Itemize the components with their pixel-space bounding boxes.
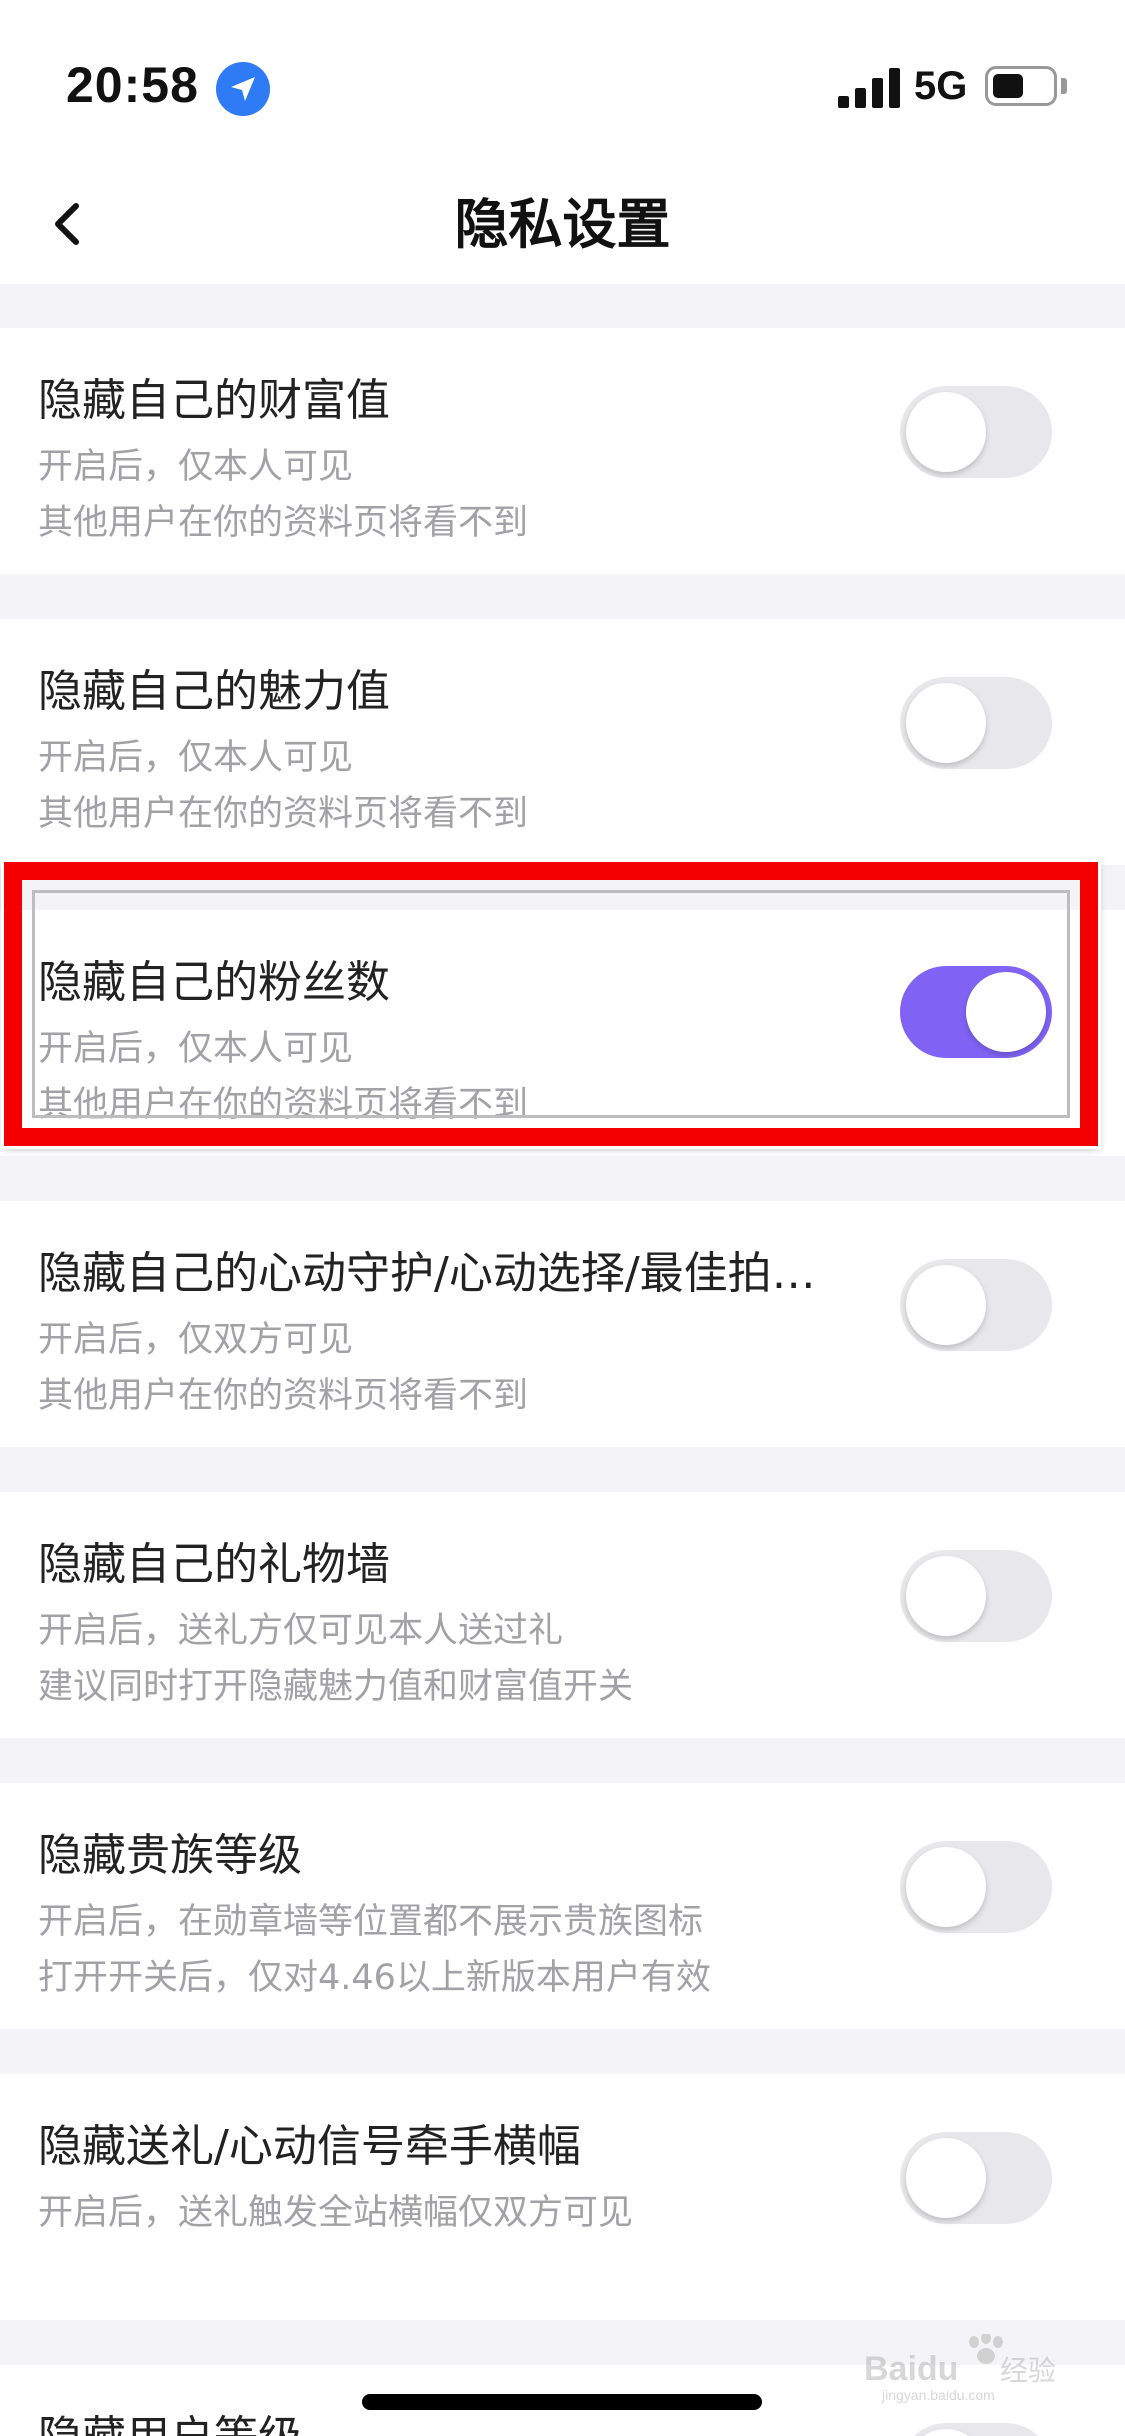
status-time: 20:58 <box>66 57 199 113</box>
setting-hide-heartbeat: 隐藏自己的心动守护/心动选择/最佳拍… 开启后，仅双方可见 其他用户在你的资料页… <box>0 1201 1125 1447</box>
setting-desc: 其他用户在你的资料页将看不到 <box>38 1085 529 1125</box>
setting-hide-wealth: 隐藏自己的财富值 开启后，仅本人可见 其他用户在你的资料页将看不到 <box>0 328 1125 574</box>
setting-desc: 开启后，仅本人可见 <box>38 447 354 487</box>
setting-desc: 建议同时打开隐藏魅力值和财富值开关 <box>38 1667 634 1707</box>
setting-desc: 开启后，送礼触发全站横幅仅双方可见 <box>38 2193 634 2233</box>
setting-desc: 开启后，在勋章墙等位置都不展示贵族图标 <box>38 1902 704 1942</box>
toggle-hide-wealth[interactable] <box>900 386 1052 478</box>
baidu-paw-icon: Baidu 经验 jingyan.baidu.com <box>864 2332 1056 2403</box>
location-arrow-icon <box>216 62 270 116</box>
setting-desc: 开启后，仅本人可见 <box>38 738 354 778</box>
setting-title: 隐藏贵族等级 <box>38 1830 302 1881</box>
setting-hide-noble-level: 隐藏贵族等级 开启后，在勋章墙等位置都不展示贵族图标 打开开关后，仅对4.46以… <box>0 1783 1125 2029</box>
baidu-watermark: Baidu 经验 jingyan.baidu.com <box>862 2332 1092 2404</box>
toggle-hide-heartbeat[interactable] <box>900 1259 1052 1351</box>
setting-title: 隐藏自己的粉丝数 <box>38 957 390 1008</box>
toggle-hide-charm[interactable] <box>900 677 1052 769</box>
battery-icon <box>985 66 1057 106</box>
setting-desc: 开启后，送礼方仅可见本人送过礼 <box>38 1611 564 1651</box>
setting-hide-charm: 隐藏自己的魅力值 开启后，仅本人可见 其他用户在你的资料页将看不到 <box>0 619 1125 865</box>
setting-desc: 其他用户在你的资料页将看不到 <box>38 1376 529 1416</box>
toggle-hide-gift-wall[interactable] <box>900 1550 1052 1642</box>
watermark-brand-cn: 经验 <box>1000 2354 1056 2387</box>
setting-title: 隐藏自己的魅力值 <box>38 666 390 717</box>
signal-icon <box>838 66 900 108</box>
setting-desc: 其他用户在你的资料页将看不到 <box>38 503 529 543</box>
setting-desc: 开启后，仅双方可见 <box>38 1320 354 1360</box>
setting-title: 隐藏用户等级 <box>38 2401 302 2436</box>
setting-hide-banner: 隐藏送礼/心动信号牵手横幅 开启后，送礼触发全站横幅仅双方可见 <box>0 2074 1125 2320</box>
setting-title: 隐藏送礼/心动信号牵手横幅 <box>38 2121 581 2172</box>
nav-bar: 隐私设置 <box>0 160 1125 284</box>
setting-title: 隐藏自己的心动守护/心动选择/最佳拍… <box>38 1248 816 1299</box>
setting-desc: 开启后，仅本人可见 <box>38 1029 354 1069</box>
status-bar: 20:58 5G <box>0 0 1125 160</box>
battery-cap <box>1061 78 1067 94</box>
setting-title: 隐藏自己的财富值 <box>38 375 390 426</box>
page-title: 隐私设置 <box>454 193 671 256</box>
watermark-brand: Baidu <box>864 2350 958 2388</box>
setting-desc: 打开开关后，仅对4.46以上新版本用户有效 <box>38 1958 711 1998</box>
setting-hide-fans: 隐藏自己的粉丝数 开启后，仅本人可见 其他用户在你的资料页将看不到 <box>0 910 1125 1156</box>
toggle-hide-banner[interactable] <box>900 2132 1052 2224</box>
network-label: 5G <box>914 64 968 108</box>
setting-desc: 其他用户在你的资料页将看不到 <box>38 794 529 834</box>
toggle-hide-user-level[interactable] <box>900 2423 1052 2436</box>
watermark-url: jingyan.baidu.com <box>881 2387 995 2403</box>
toggle-hide-noble-level[interactable] <box>900 1841 1052 1933</box>
toggle-hide-fans[interactable] <box>900 966 1052 1058</box>
setting-title: 隐藏自己的礼物墙 <box>38 1539 390 1590</box>
setting-hide-gift-wall: 隐藏自己的礼物墙 开启后，送礼方仅可见本人送过礼 建议同时打开隐藏魅力值和财富值… <box>0 1492 1125 1738</box>
home-indicator[interactable] <box>362 2394 762 2410</box>
